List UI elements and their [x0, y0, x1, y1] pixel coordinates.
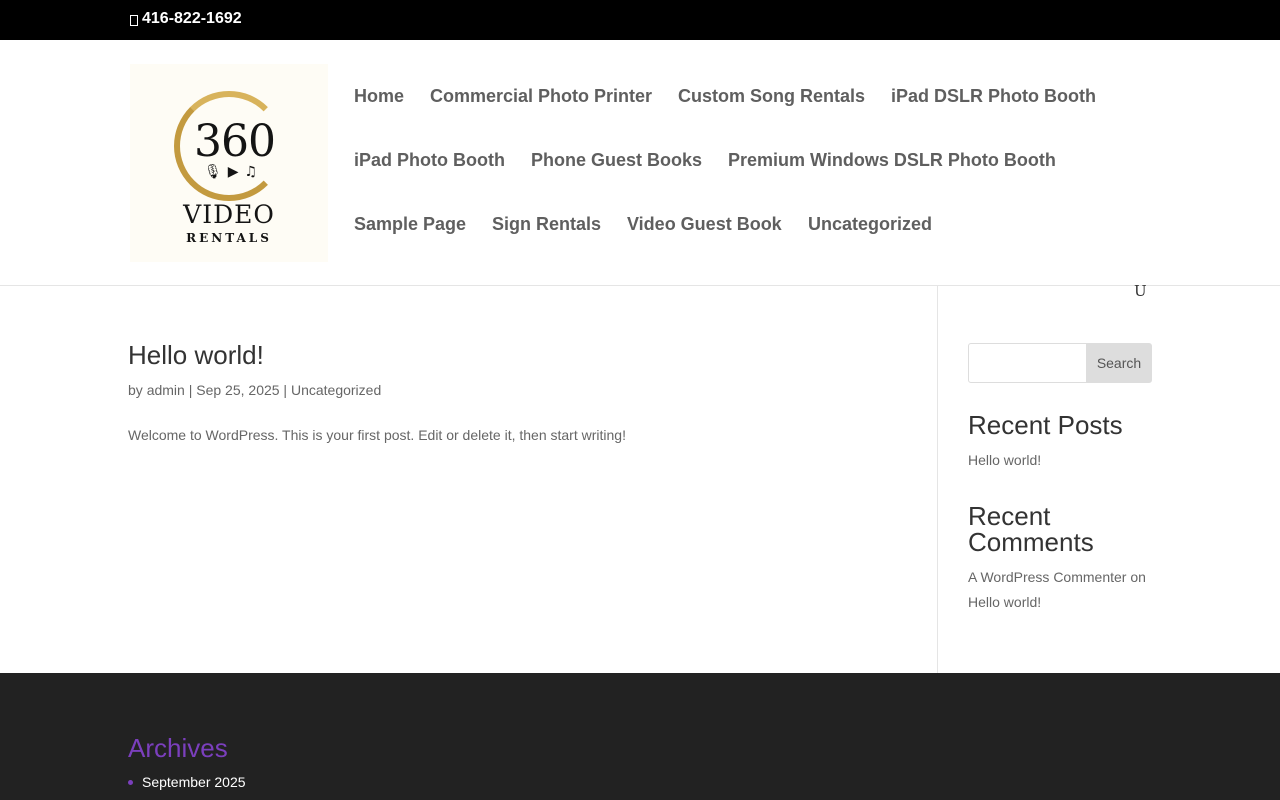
nav-ipad-dslr-photo-booth[interactable]: iPad DSLR Photo Booth: [891, 86, 1096, 107]
logo-icons: 🎙▶♫: [204, 164, 264, 180]
logo-word-rentals: RENTALS: [186, 231, 272, 245]
logo-word-video: VIDEO: [183, 200, 275, 229]
meta-separator: |: [184, 382, 197, 398]
commenter-link[interactable]: A WordPress Commenter: [968, 569, 1126, 585]
bullet-icon: [128, 779, 133, 785]
phone-icon: [130, 14, 138, 26]
recent-posts-heading: Recent Posts: [968, 410, 1123, 440]
post-date: Sep 25, 2025: [196, 382, 280, 398]
recent-comments-heading-line2: Comments: [968, 527, 1094, 557]
post-author-link[interactable]: admin: [147, 382, 185, 398]
archive-link[interactable]: September 2025: [142, 774, 246, 790]
sidebar-divider: [937, 286, 938, 673]
archive-list-item[interactable]: September 2025: [128, 774, 246, 790]
nav-sign-rentals[interactable]: Sign Rentals: [492, 214, 601, 235]
post-excerpt: Welcome to WordPress. This is your first…: [128, 427, 626, 443]
recent-post-link[interactable]: Hello world!: [968, 452, 1041, 468]
search-icon[interactable]: U: [1134, 282, 1147, 300]
nav-phone-guest-books[interactable]: Phone Guest Books: [531, 150, 702, 171]
nav-custom-song-rentals[interactable]: Custom Song Rentals: [678, 86, 865, 107]
comment-on-text: on: [1126, 569, 1146, 585]
phone-text[interactable]: 416-822-1692: [142, 10, 242, 28]
top-bar: 416-822-1692: [0, 0, 1280, 40]
site-logo[interactable]: 360 🎙▶♫ VIDEO RENTALS: [130, 64, 328, 262]
post-title[interactable]: Hello world!: [128, 340, 264, 371]
nav-uncategorized[interactable]: Uncategorized: [808, 214, 932, 235]
nav-commercial-photo-printer[interactable]: Commercial Photo Printer: [430, 86, 652, 107]
nav-sample-page[interactable]: Sample Page: [354, 214, 466, 235]
nav-premium-windows-dslr-photo-booth[interactable]: Premium Windows DSLR Photo Booth: [728, 150, 1056, 171]
search-button[interactable]: Search: [1086, 343, 1152, 383]
archives-heading: Archives: [128, 733, 228, 763]
comment-post-link[interactable]: Hello world!: [968, 594, 1041, 610]
post-category-link[interactable]: Uncategorized: [291, 382, 381, 398]
search-input[interactable]: [968, 343, 1088, 383]
nav-home[interactable]: Home: [354, 86, 404, 107]
post-meta: by admin | Sep 25, 2025 | Uncategorized: [128, 382, 381, 398]
logo-number: 360: [194, 116, 276, 167]
site-header: 360 🎙▶♫ VIDEO RENTALS Home Commercial Ph…: [0, 40, 1280, 300]
meta-by: by: [128, 382, 147, 398]
nav-video-guest-book[interactable]: Video Guest Book: [627, 214, 782, 235]
recent-comment: A WordPress Commenter on: [968, 569, 1146, 585]
meta-separator: |: [279, 382, 291, 398]
nav-ipad-photo-booth[interactable]: iPad Photo Booth: [354, 150, 505, 171]
site-footer: Archives September 2025: [0, 673, 1280, 800]
phone-number[interactable]: 416-822-1692: [130, 10, 242, 28]
recent-comments-heading: Recent Comments: [968, 503, 1094, 555]
